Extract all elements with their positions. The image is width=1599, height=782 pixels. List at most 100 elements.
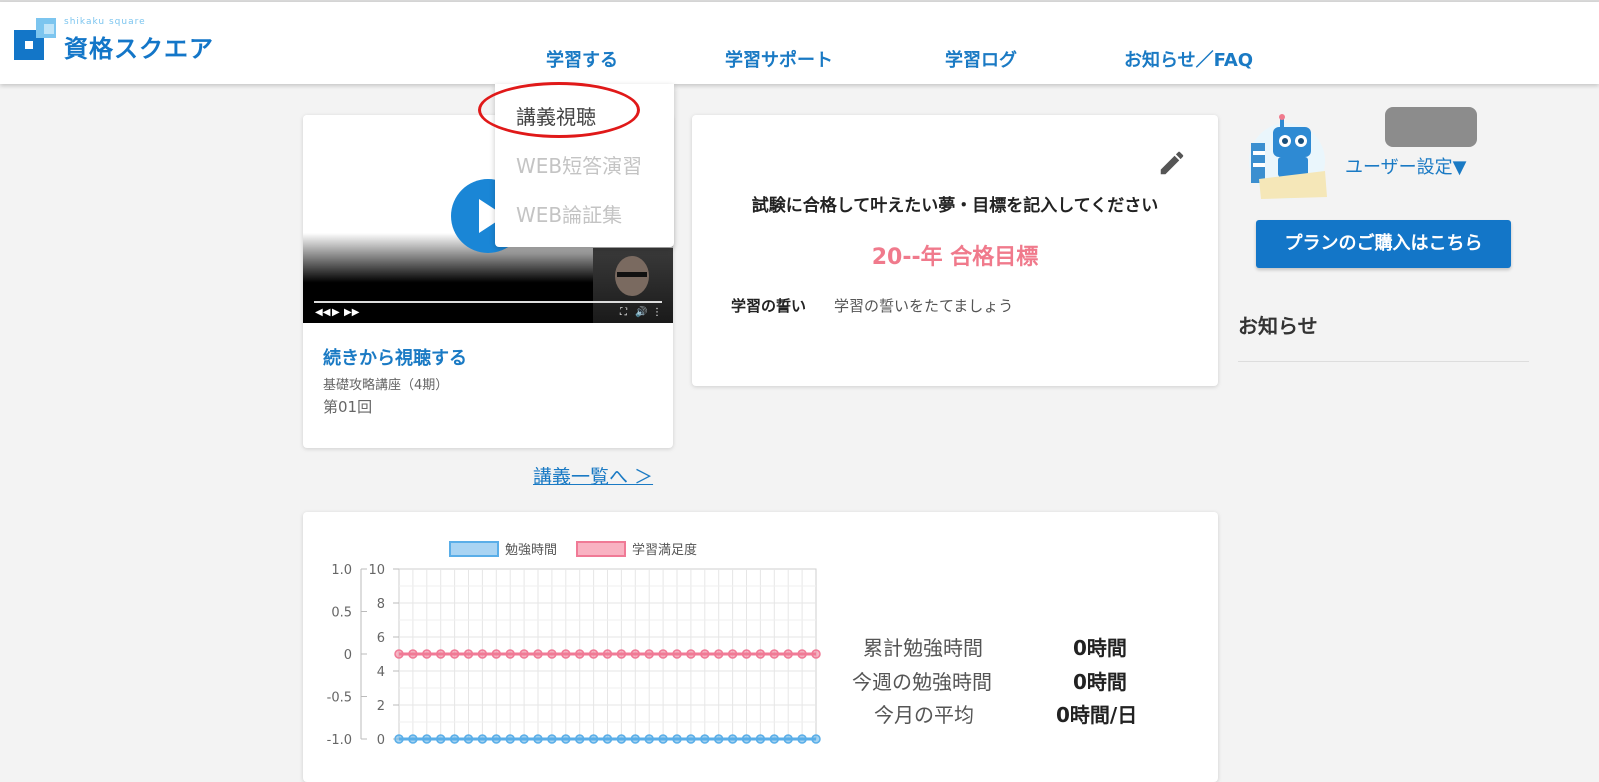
data-point <box>616 649 627 659</box>
right-axis-tick-label: 10 <box>368 563 385 578</box>
left-axis-tick-label: -0.5 <box>327 691 352 706</box>
monthly-average-label: 今月の平均 <box>874 703 974 727</box>
site-header: shikaku square 資格スクエア 学習する 学習サポート 学習ログ お… <box>0 2 1599 84</box>
data-point <box>505 734 515 744</box>
data-point <box>561 734 571 744</box>
data-point <box>713 649 724 659</box>
chart-legend: 勉強時間 学習満足度 <box>449 541 697 558</box>
purchase-plan-button[interactable]: プランのご購入はこちら <box>1256 220 1511 268</box>
nav-study[interactable]: 学習する <box>546 46 618 72</box>
data-point <box>574 649 585 659</box>
data-point <box>477 649 488 659</box>
right-axis-tick-label: 2 <box>377 699 385 714</box>
edit-pencil-icon[interactable] <box>1157 148 1187 178</box>
weekly-study-time-value: 0時間 <box>1073 670 1127 694</box>
data-point <box>422 734 432 744</box>
data-point <box>686 649 696 659</box>
left-axis-tick-label: -1.0 <box>327 733 352 748</box>
data-point <box>658 734 668 744</box>
data-point <box>408 734 418 744</box>
episode-label: 第01回 <box>323 398 373 416</box>
user-settings-menu[interactable]: ユーザー設定▼ <box>1345 153 1466 179</box>
data-point <box>408 649 418 659</box>
legend-label-satisfaction: 学習満足度 <box>632 542 697 558</box>
data-point <box>602 649 613 659</box>
nav-study-support[interactable]: 学習サポート <box>725 46 833 72</box>
data-point <box>519 734 529 744</box>
study-chart: 勉強時間 学習満足度 1.0 0.5 0 -0.5 -1.0 10 8 6 4 2 0 <box>327 541 821 748</box>
data-point <box>658 649 668 659</box>
menu-item-web-argument-collection[interactable]: WEB論証集 <box>516 199 622 228</box>
play-small-icon[interactable]: ▶ <box>332 307 340 318</box>
data-point <box>602 734 613 744</box>
data-point <box>533 734 543 744</box>
lecture-list-link[interactable]: 講義一覧へ ＞ <box>533 462 653 489</box>
weekly-study-time-label: 今週の勉強時間 <box>852 670 992 694</box>
data-point <box>547 649 557 659</box>
nav-study-log[interactable]: 学習ログ <box>945 46 1017 72</box>
site-logo[interactable]: shikaku square 資格スクエア <box>14 16 224 66</box>
menu-item-lecture-viewing[interactable]: 講義視聴 <box>516 101 596 130</box>
logo-mark-accent-inner <box>44 24 54 34</box>
course-name: 基礎攻略講座（4期） <box>323 378 449 393</box>
rewind-icon[interactable]: ◀◀ <box>315 307 330 318</box>
study-stats-card: 勉強時間 学習満足度 1.0 0.5 0 -0.5 -1.0 10 8 6 4 2 0 累計勉強時… <box>303 512 1218 782</box>
data-point <box>435 649 446 659</box>
continue-watching-title[interactable]: 続きから視聴する <box>323 344 467 370</box>
data-point <box>741 649 752 659</box>
left-axis-tick-label: 1.0 <box>331 563 352 578</box>
study-dropdown-menu: 講義視聴 WEB短答演習 WEB論証集 <box>478 82 674 247</box>
more-options-icon[interactable]: ⋮ <box>652 307 662 318</box>
data-point <box>811 734 821 744</box>
data-point <box>435 734 446 744</box>
data-point <box>644 649 654 659</box>
robot-avatar-icon <box>1249 114 1327 199</box>
data-point <box>463 649 474 659</box>
data-point <box>630 734 641 744</box>
nav-news-faq[interactable]: お知らせ／FAQ <box>1124 46 1253 72</box>
logo-name: 資格スクエア <box>64 35 214 63</box>
total-study-time-value: 0時間 <box>1073 636 1127 660</box>
right-axis-tick-label: 0 <box>377 733 385 748</box>
data-point <box>783 734 793 744</box>
data-point <box>463 734 474 744</box>
data-point <box>519 649 529 659</box>
left-axis-tick-label: 0 <box>344 648 352 663</box>
goal-year: 20--年 合格目標 <box>871 245 1039 270</box>
menu-item-web-short-answer[interactable]: WEB短答演習 <box>516 150 642 179</box>
fullscreen-icon[interactable]: ⛶ <box>620 307 627 318</box>
data-point <box>783 649 793 659</box>
data-point <box>700 734 710 744</box>
data-point <box>769 649 780 659</box>
right-axis-tick-label: 4 <box>377 665 385 680</box>
lecturer-glasses <box>617 272 647 277</box>
goal-card: 試験に合格して叶えたい夢・目標を記入してください 20--年 合格目標 学習の誓… <box>692 115 1218 386</box>
data-point <box>561 649 571 659</box>
fast-forward-icon[interactable]: ▶▶ <box>344 307 359 318</box>
vow-input[interactable]: 学習の誓いをたてましょう <box>834 295 1013 316</box>
data-point <box>477 734 488 744</box>
data-point <box>811 649 821 659</box>
volume-icon[interactable]: 🔊 <box>635 307 647 318</box>
news-heading: お知らせ <box>1238 314 1318 338</box>
data-point <box>797 734 807 744</box>
data-point <box>449 734 460 744</box>
logo-mark-inner <box>25 41 33 49</box>
data-point <box>533 649 543 659</box>
data-point <box>491 649 502 659</box>
left-axis-tick-label: 0.5 <box>331 606 352 621</box>
data-point <box>741 734 752 744</box>
data-point <box>755 734 766 744</box>
data-point <box>394 649 404 659</box>
logo-subtitle: shikaku square <box>64 17 146 27</box>
data-point <box>505 649 515 659</box>
data-point <box>769 734 780 744</box>
vow-label: 学習の誓い <box>731 297 807 315</box>
data-point <box>574 734 585 744</box>
data-point <box>394 734 404 744</box>
data-point <box>672 734 682 744</box>
data-point <box>727 734 738 744</box>
data-point <box>630 649 641 659</box>
video-progress-bar[interactable] <box>314 301 662 303</box>
username-redacted <box>1385 107 1477 147</box>
